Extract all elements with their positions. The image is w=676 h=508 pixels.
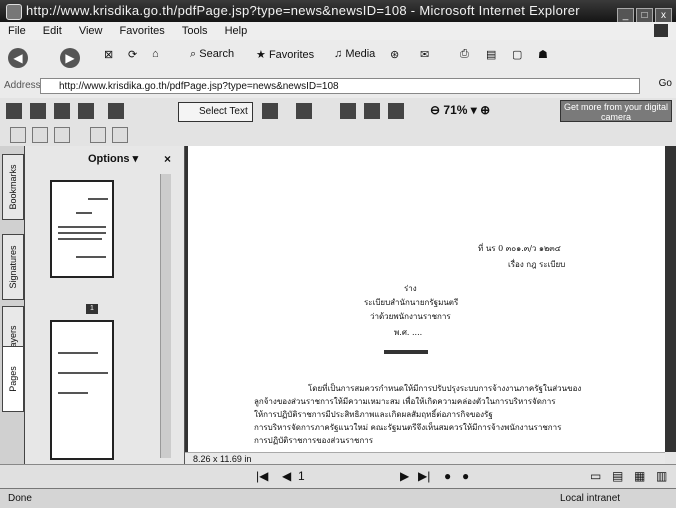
navigation-pane: Bookmarks Signatures Layers Pages Option… [0,146,185,464]
messenger-button[interactable]: ☗ [538,48,548,61]
doc-draft-label: ร่าง [404,284,417,293]
zoom-level[interactable]: ⊖ 71% ▾ ⊕ [430,103,490,117]
pdf-toolbar: Select Text ⊖ 71% ▾ ⊕ Get more from your… [0,98,676,125]
doc-body-line: การปฏิบัติราชการของส่วนราชการ [254,436,374,445]
nav-tabs: Bookmarks Signatures Layers Pages [0,146,25,464]
forward-icon: ▶ [60,48,80,68]
select-text-button[interactable]: Select Text [178,102,253,122]
doc-body-line: การบริหารจัดการภาครัฐแนวใหม่ คณะรัฐมนตรี… [254,423,562,432]
zoom-in-icon[interactable] [296,103,312,119]
document-view[interactable]: ที่ นร 0 ๓๐๑.๓/ว ๑๒๓๔ เรื่อง กฎ ระเบียบ … [185,146,668,452]
address-bar: Address http://www.krisdika.go.th/pdfPag… [0,76,676,99]
refresh-button[interactable]: ⟳ [128,48,137,61]
page-thumbnail[interactable] [50,180,114,278]
document-scrollbar[interactable] [665,146,676,452]
last-page-button[interactable]: ▶| [418,469,430,483]
snapshot-icon[interactable] [262,103,278,119]
hand-tool-icon[interactable] [108,103,124,119]
doc-body-line: โดยที่เป็นการสมควรกำหนดให้มีการปรับปรุงร… [308,384,582,393]
current-page[interactable]: 1 [298,469,305,483]
page-number-label: 1 [86,304,98,314]
close-pane-icon[interactable]: × [164,152,171,166]
status-text: Done [8,493,32,504]
home-button[interactable]: ⌂ [152,48,159,60]
tab-pages[interactable]: Pages [2,346,24,412]
favorites-button[interactable]: ★ Favorites [256,48,314,61]
media-icon: ♫ [334,48,343,60]
actual-size-icon[interactable] [340,103,356,119]
fit-page-icon[interactable] [364,103,380,119]
comment-icon[interactable] [112,127,128,143]
address-label: Address [4,80,41,91]
tab-signatures[interactable]: Signatures [2,234,24,300]
fit-width-icon[interactable] [388,103,404,119]
mail-button[interactable]: ✉ [420,48,429,61]
security-zone: Local intranet [560,493,621,504]
menu-view[interactable]: View [79,25,103,37]
doc-heading-year: พ.ศ. .... [394,328,423,337]
options-menu[interactable]: Options ▾ [88,152,138,165]
doc-divider [384,350,428,354]
browser-toolbar: ◀ ▶ ⊠ ⟳ ⌂ ⌕ Search ★ Favorites ♫ Media ⊛… [0,40,676,77]
tab-bookmarks[interactable]: Bookmarks [2,154,24,220]
find-icon[interactable] [78,103,94,119]
print-button[interactable]: ⎙ [460,48,469,61]
doc-body-line: ลูกจ้างของส่วนราชการให้มีความเหมาะสม เพื… [254,397,556,406]
zoom-out-icon[interactable]: ⊖ [430,103,440,117]
stop-button[interactable]: ⊠ [104,48,113,61]
menu-favorites[interactable]: Favorites [120,25,165,37]
menu-file[interactable]: File [8,25,26,37]
go-button[interactable]: Go [659,78,672,89]
ie-icon [6,4,22,20]
thumbnail-scrollbar[interactable] [160,174,171,458]
single-page-icon[interactable]: ▭ [590,469,601,483]
window-title: http://www.krisdika.go.th/pdfPage.jsp?ty… [26,3,580,18]
windows-logo-icon [654,24,668,37]
search-icon: ⌕ [190,48,197,60]
prev-page-button[interactable]: ◀ [282,469,291,483]
menu-help[interactable]: Help [225,25,248,37]
continuous-page-icon[interactable]: ▤ [612,469,623,483]
page-navigation-bar: |◀ ◀ 1 ▶ ▶| ● ● ▭ ▤ ▦ ▥ [0,464,676,489]
back-button[interactable]: ◀ [8,48,28,68]
discuss-button[interactable]: ▢ [512,48,522,61]
pdf-toolbar-secondary [0,124,676,147]
rotate-left-icon[interactable] [10,127,26,143]
sign-icon[interactable] [90,127,106,143]
forward-button[interactable]: ▶ [60,48,80,68]
print-icon[interactable] [30,103,46,119]
save-icon[interactable] [6,103,22,119]
continuous-facing-icon[interactable]: ▥ [656,469,667,483]
form-icon[interactable] [54,127,70,143]
browser-window: http://www.krisdika.go.th/pdfPage.jsp?ty… [0,0,676,508]
search-button[interactable]: ⌕ Search [190,48,234,61]
doc-heading-1: ระเบียบสำนักนายกรัฐมนตรี [364,298,459,307]
history-button[interactable]: ⊛ [390,48,399,61]
back-view-button[interactable]: ● [444,469,451,483]
edit-button[interactable]: ▤ [486,48,496,61]
address-input[interactable]: http://www.krisdika.go.th/pdfPage.jsp?ty… [40,78,640,94]
rotate-right-icon[interactable] [32,127,48,143]
doc-subject: เรื่อง กฎ ระเบียบ [508,260,566,269]
title-bar: http://www.krisdika.go.th/pdfPage.jsp?ty… [0,0,676,24]
menu-edit[interactable]: Edit [43,25,62,37]
status-bar: Done Local intranet [0,488,676,508]
doc-heading-2: ว่าด้วยพนักงานราชการ [370,312,451,321]
doc-body-line: ให้การปฏิบัติราชการมีประสิทธิภาพและเกิดผ… [254,410,493,419]
back-icon: ◀ [8,48,28,68]
first-page-button[interactable]: |◀ [256,469,268,483]
page-thumbnail[interactable] [50,320,114,460]
email-icon[interactable] [54,103,70,119]
facing-page-icon[interactable]: ▦ [634,469,645,483]
forward-view-button[interactable]: ● [462,469,469,483]
media-button[interactable]: ♫ Media [334,48,375,60]
menu-tools[interactable]: Tools [182,25,208,37]
next-page-button[interactable]: ▶ [400,469,409,483]
star-icon: ★ [256,49,266,61]
page-thumbnails: 1 [28,170,168,460]
camera-promo-button[interactable]: Get more from your digital camera [560,100,672,122]
menu-bar: File Edit View Favorites Tools Help [0,22,676,40]
doc-reference: ที่ นร 0 ๓๐๑.๓/ว ๑๒๓๔ [478,244,561,253]
